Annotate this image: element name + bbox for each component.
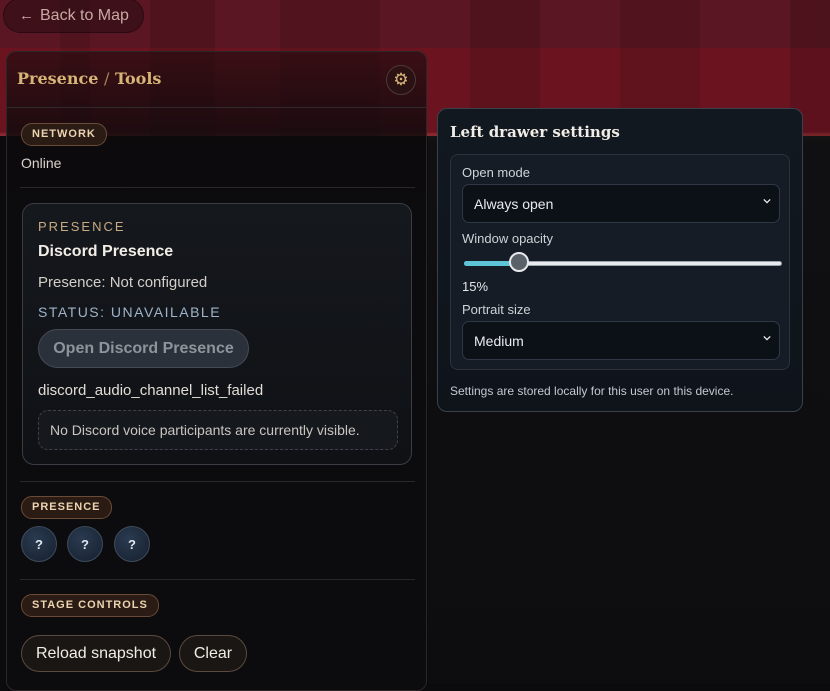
left-drawer-settings-panel: Left drawer settings Open mode Always op…: [437, 108, 803, 412]
chevron-down-icon: [763, 335, 771, 341]
divider: [20, 187, 415, 188]
open-mode-label: Open mode: [462, 165, 530, 180]
drawer-title-presence: Presence: [17, 69, 99, 88]
window-opacity-label: Window opacity: [462, 231, 554, 246]
open-discord-presence-button[interactable]: Open Discord Presence: [38, 329, 249, 368]
presence-config-text: Presence: Not configured: [38, 274, 208, 291]
window-opacity-value: 15%: [462, 279, 489, 294]
network-badge: NETWORK: [21, 123, 107, 146]
left-drawer: Presence / Tools ⚙ NETWORK Online PRESEN…: [6, 51, 427, 691]
open-mode-value: Always open: [474, 195, 554, 212]
presence-eyebrow: PRESENCE: [38, 219, 126, 234]
stage-controls-badge: STAGE CONTROLS: [21, 594, 159, 617]
portrait-size-value: Medium: [474, 332, 524, 349]
drawer-header: Presence / Tools ⚙: [7, 52, 426, 108]
divider: [20, 579, 415, 580]
gear-icon: ⚙: [393, 70, 409, 89]
portrait-size-label: Portrait size: [462, 302, 531, 317]
drawer-title: Presence / Tools: [17, 69, 161, 88]
back-arrow-icon: ←: [19, 7, 34, 24]
reload-snapshot-button[interactable]: Reload snapshot: [21, 635, 171, 672]
voice-participants-empty-state: No Discord voice participants are curren…: [38, 410, 398, 450]
participant-avatar[interactable]: ?: [21, 526, 57, 562]
presence-section-badge: PRESENCE: [21, 496, 112, 519]
back-to-map-label: Back to Map: [40, 6, 129, 24]
presence-card-title: Discord Presence: [38, 243, 174, 260]
settings-storage-note: Settings are stored locally for this use…: [450, 384, 734, 398]
window-opacity-slider-thumb[interactable]: [508, 252, 529, 272]
discord-presence-card: PRESENCE Discord Presence Presence: Not …: [22, 203, 412, 465]
drawer-title-separator: /: [103, 69, 110, 88]
open-mode-select[interactable]: Always open: [462, 184, 780, 223]
presence-error-code: discord_audio_channel_list_failed: [38, 382, 264, 399]
settings-gear-button[interactable]: ⚙: [386, 65, 416, 95]
chevron-down-icon: [763, 198, 771, 204]
clear-button[interactable]: Clear: [179, 635, 247, 672]
presence-status-text: STATUS: UNAVAILABLE: [38, 304, 222, 320]
settings-group: Open mode Always open Window opacity 15%…: [450, 154, 790, 370]
drawer-title-tools: Tools: [114, 69, 162, 88]
network-status: Online: [21, 155, 62, 171]
back-to-map-button[interactable]: ← Back to Map: [3, 0, 144, 33]
divider: [20, 481, 415, 482]
portrait-size-select[interactable]: Medium: [462, 321, 780, 360]
participant-avatar[interactable]: ?: [67, 526, 103, 562]
participant-avatar[interactable]: ?: [114, 526, 150, 562]
settings-title: Left drawer settings: [450, 123, 620, 141]
